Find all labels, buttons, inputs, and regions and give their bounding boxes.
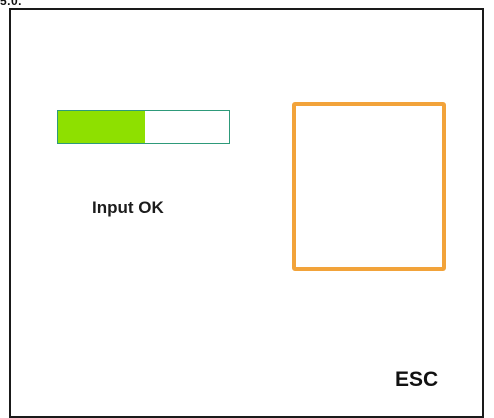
progress-fill	[58, 111, 146, 143]
input-progress-bar	[57, 110, 230, 144]
input-target-box[interactable]	[292, 102, 446, 271]
main-panel: Input OK ESC	[9, 8, 484, 418]
top-label: 5.0.	[0, 0, 23, 8]
status-text: Input OK	[92, 198, 164, 217]
esc-button[interactable]: ESC	[395, 368, 438, 392]
